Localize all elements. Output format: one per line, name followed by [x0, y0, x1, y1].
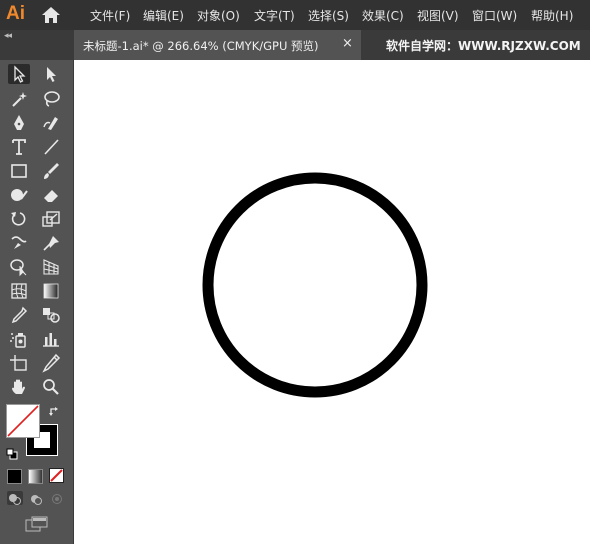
app-logo: Ai — [6, 3, 25, 24]
menu-type[interactable]: 文字(T) — [254, 7, 295, 24]
close-tab-icon[interactable]: × — [342, 36, 353, 51]
menu-view[interactable]: 视图(V) — [417, 7, 459, 24]
swap-fill-stroke-icon[interactable] — [48, 404, 62, 418]
magic-wand-icon[interactable] — [8, 89, 30, 109]
perspective-grid-icon[interactable] — [40, 257, 62, 277]
menu-help[interactable]: 帮助(H) — [531, 7, 573, 24]
artboard-canvas[interactable] — [74, 60, 590, 544]
blend-tool-icon[interactable] — [40, 305, 62, 325]
line-segment-tool-icon[interactable] — [40, 137, 62, 157]
ellipse-shape[interactable] — [202, 172, 428, 398]
collapse-panels-icon[interactable]: ◂◂ — [4, 31, 12, 41]
document-tab[interactable]: 未标题-1.ai* @ 266.64% (CMYK/GPU 预览) × — [74, 30, 361, 60]
type-tool-icon[interactable] — [8, 137, 30, 157]
color-mode-button[interactable] — [7, 469, 22, 484]
rotate-tool-icon[interactable] — [8, 209, 30, 229]
menu-object[interactable]: 对象(O) — [197, 7, 240, 24]
scale-tool-icon[interactable] — [40, 209, 62, 229]
hand-tool-icon[interactable] — [8, 377, 30, 397]
menu-file[interactable]: 文件(F) — [90, 7, 130, 24]
document-tab-title: 未标题-1.ai* @ 266.64% (CMYK/GPU 预览) — [83, 39, 319, 53]
curvature-tool-icon[interactable] — [40, 113, 62, 133]
symbol-sprayer-icon[interactable] — [8, 329, 30, 349]
menu-select[interactable]: 选择(S) — [308, 7, 349, 24]
menu-edit[interactable]: 编辑(E) — [143, 7, 184, 24]
menu-effect[interactable]: 效果(C) — [362, 7, 404, 24]
draw-normal-icon[interactable] — [7, 491, 23, 505]
default-fill-stroke-icon[interactable] — [6, 445, 18, 460]
direct-selection-tool-icon[interactable] — [40, 64, 62, 84]
screen-mode-icon[interactable] — [25, 516, 49, 532]
rectangle-tool-icon[interactable] — [8, 161, 30, 181]
eraser-tool-icon[interactable] — [40, 185, 62, 205]
mesh-tool-icon[interactable] — [8, 281, 30, 301]
zoom-tool-icon[interactable] — [40, 377, 62, 397]
shaper-tool-icon[interactable] — [8, 185, 30, 205]
artboard-tool-icon[interactable] — [8, 353, 30, 373]
none-mode-button[interactable] — [49, 468, 64, 483]
selection-tool-icon[interactable] — [8, 64, 30, 84]
watermark-text: 软件自学网：WWW.RJZXW.COM — [386, 39, 581, 53]
column-graph-icon[interactable] — [40, 329, 62, 349]
shape-builder-icon[interactable] — [8, 257, 30, 277]
gradient-mode-button[interactable] — [28, 469, 43, 484]
menu-window[interactable]: 窗口(W) — [472, 7, 517, 24]
slice-tool-icon[interactable] — [40, 353, 62, 373]
paintbrush-tool-icon[interactable] — [40, 161, 62, 181]
lasso-icon[interactable] — [40, 89, 62, 109]
draw-behind-icon[interactable] — [28, 491, 44, 505]
pen-tool-icon[interactable] — [8, 113, 30, 133]
home-icon[interactable] — [40, 5, 62, 25]
puppet-warp-icon[interactable] — [40, 233, 62, 253]
warp-tool-icon[interactable] — [8, 233, 30, 253]
eyedropper-icon[interactable] — [8, 305, 30, 325]
draw-inside-icon[interactable] — [49, 491, 65, 505]
gradient-tool-icon[interactable] — [40, 281, 62, 301]
tab-bar: ◂◂ 未标题-1.ai* @ 266.64% (CMYK/GPU 预览) × 软… — [0, 30, 590, 60]
menu-bar: Ai 文件(F) 编辑(E) 对象(O) 文字(T) 选择(S) 效果(C) 视… — [0, 0, 590, 30]
fill-swatch[interactable] — [6, 404, 40, 438]
tools-panel — [0, 60, 74, 544]
